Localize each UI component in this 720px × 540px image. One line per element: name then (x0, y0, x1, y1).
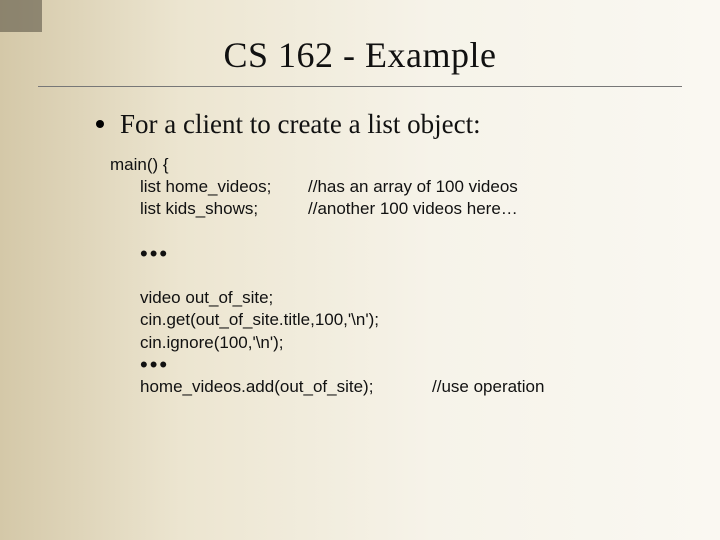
code-line-video-decl: video out_of_site; (110, 287, 662, 309)
code-add-call: home_videos.add(out_of_site); (140, 376, 432, 398)
code-decl1-left: list home_videos; (140, 176, 308, 198)
code-block: main() { list home_videos; //has an arra… (110, 154, 662, 399)
code-decl2-left: list kids_shows; (140, 198, 308, 220)
code-line-cin-ignore: cin.ignore(100,'\n'); (110, 332, 662, 354)
code-line-cin-get: cin.get(out_of_site.title,100,'\n'); (110, 309, 662, 331)
code-line-decl2: list kids_shows; //another 100 videos he… (110, 198, 662, 220)
bullet-item: For a client to create a list object: (96, 107, 662, 142)
code-add-comment: //use operation (432, 376, 662, 398)
code-line-main: main() { (110, 154, 662, 176)
code-ellipsis-1: ••• (110, 243, 662, 265)
code-decl2-comment: //another 100 videos here… (308, 198, 662, 220)
slide: CS 162 - Example For a client to create … (0, 0, 720, 540)
corner-shadow (0, 0, 42, 32)
slide-title: CS 162 - Example (0, 0, 720, 76)
code-line-add: home_videos.add(out_of_site); //use oper… (110, 376, 662, 398)
bullet-dot-icon (96, 120, 104, 128)
code-line-decl1: list home_videos; //has an array of 100 … (110, 176, 662, 198)
bullet-text: For a client to create a list object: (120, 107, 481, 142)
code-ellipsis-2: ••• (110, 354, 662, 376)
slide-body: For a client to create a list object: ma… (0, 87, 720, 399)
code-decl1-comment: //has an array of 100 videos (308, 176, 662, 198)
